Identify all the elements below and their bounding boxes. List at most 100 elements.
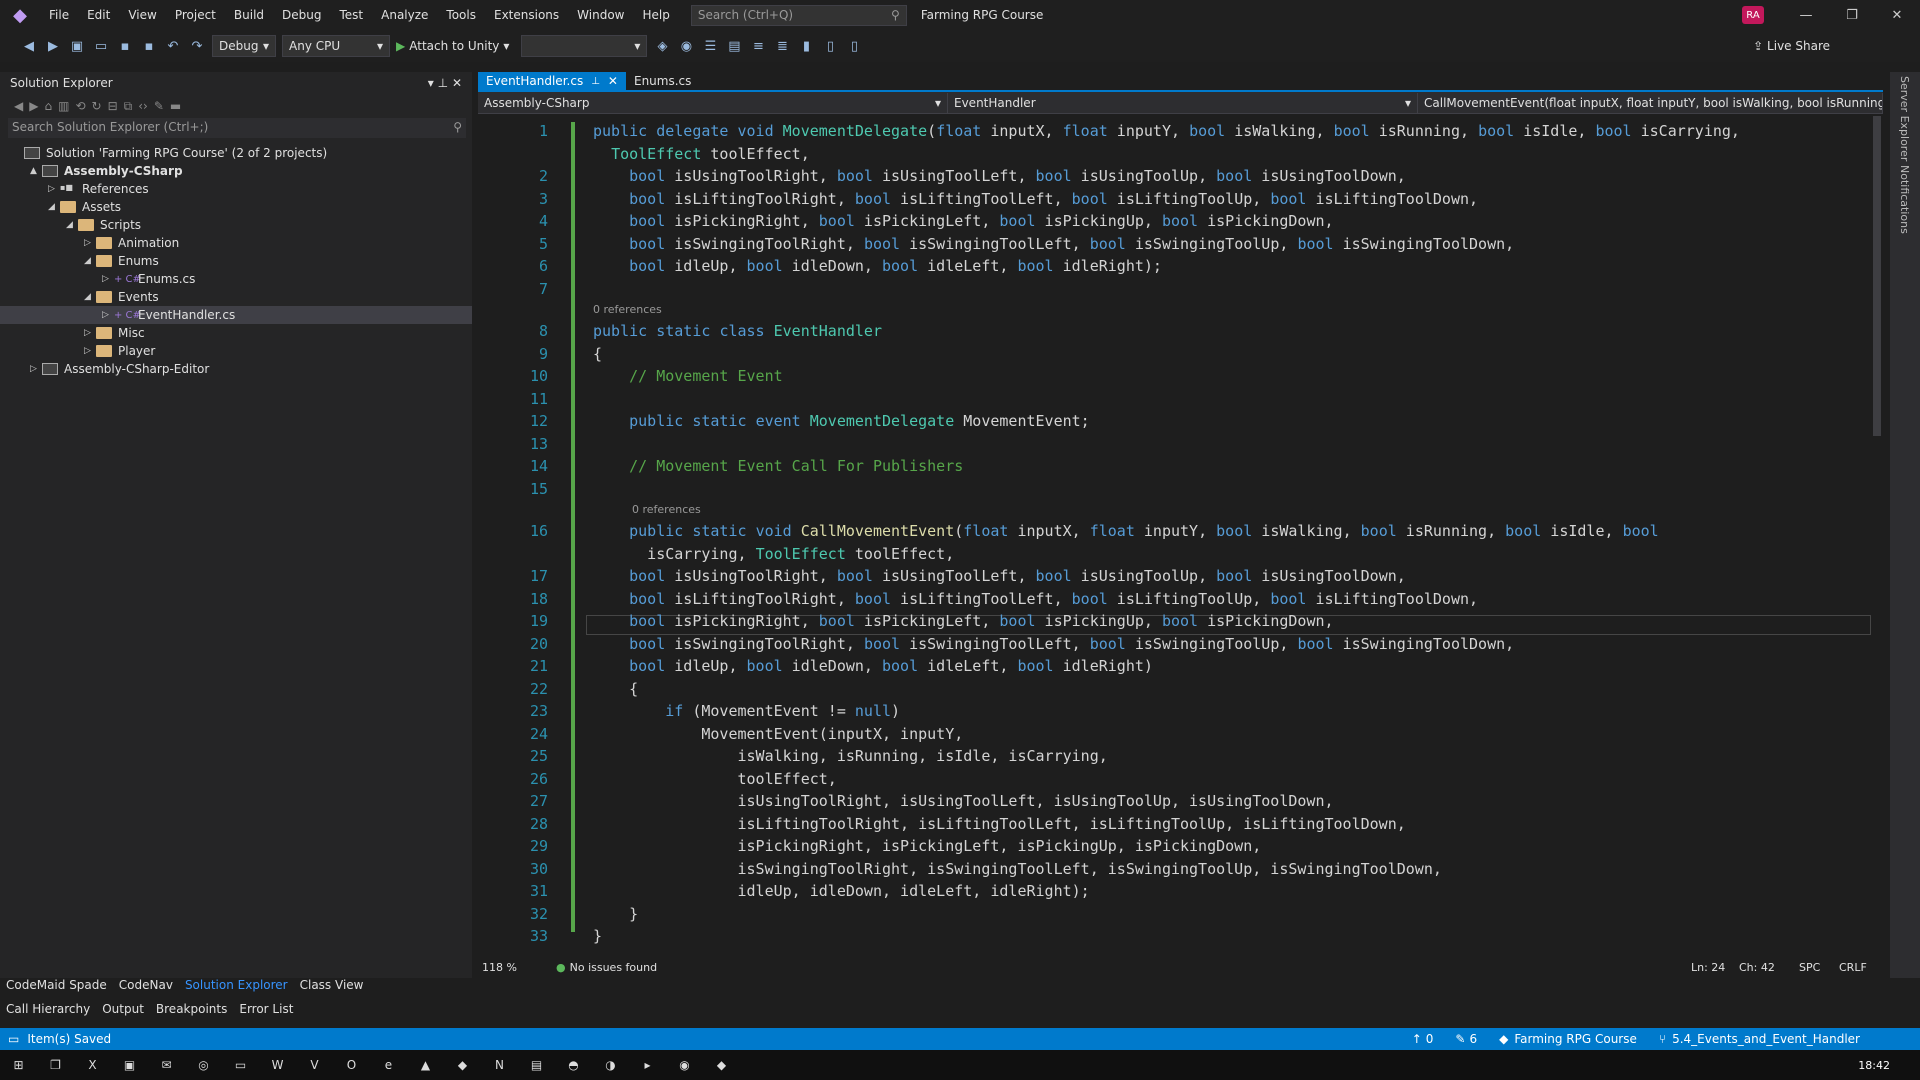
chevron-down-icon[interactable]: ▾ [428,76,434,90]
back-icon[interactable]: ◀ [14,99,23,113]
expand-arrow-icon[interactable]: ◢ [84,256,96,266]
menu-item-window[interactable]: Window [568,0,633,30]
tree-item[interactable]: ▲ Assembly-CSharp [0,162,472,180]
properties-icon[interactable]: ✎ [154,99,164,113]
screenshot-icon[interactable]: ◉ [677,39,695,54]
menu-item-help[interactable]: Help [633,0,678,30]
close-icon[interactable]: ✕ [608,74,618,88]
terminal-icon[interactable]: ▸ [629,1050,666,1080]
tree-item[interactable]: ▷ Player [0,342,472,360]
bookmark-icon[interactable]: ▮ [797,39,815,54]
app-icon[interactable]: ◆ [444,1050,481,1080]
next-bookmark-icon[interactable]: ▯ [845,39,863,54]
expand-arrow-icon[interactable]: ▷ [84,346,96,356]
project-nav-select[interactable]: Assembly-CSharp ▾ [478,92,948,113]
collapse-all-icon[interactable]: ⊟ [108,99,118,113]
unity-icon[interactable]: ◈ [653,39,671,54]
tree-item[interactable]: ◢ Assets [0,198,472,216]
code-area[interactable]: 1 public delegate void MovementDelegate(f… [478,116,1878,956]
close-icon[interactable]: ✕ [1874,0,1920,30]
outlook-icon[interactable]: O [333,1050,370,1080]
expand-arrow-icon[interactable]: ▷ [102,310,114,320]
platform-select[interactable]: Any CPU ▾ [282,35,390,57]
menu-item-analyze[interactable]: Analyze [372,0,437,30]
pin-icon[interactable]: ⊥ [438,76,448,90]
save-all-icon[interactable]: ▪ [140,39,158,54]
browser-icon[interactable]: ◉ [666,1050,703,1080]
tree-item[interactable]: ◢ Events [0,288,472,306]
rail-server-explorer[interactable]: Server Explorer [1898,76,1911,161]
tree-item[interactable]: ▷ Misc [0,324,472,342]
expand-arrow-icon[interactable]: ▲ [30,166,42,176]
start-icon[interactable]: ⊞ [0,1050,37,1080]
expand-arrow-icon[interactable]: ▷ [84,328,96,338]
unity-hub-icon[interactable]: ◓ [555,1050,592,1080]
restore-icon[interactable]: ❐ [1829,0,1875,30]
show-all-files-icon[interactable]: ⧉ [124,99,133,114]
home-icon[interactable]: ⌂ [44,99,52,113]
pending-edits-count[interactable]: 6 [1469,1032,1477,1046]
tree-item[interactable]: Solution 'Farming RPG Course' (2 of 2 pr… [0,144,472,162]
push-count[interactable]: 0 [1426,1032,1434,1046]
menu-item-test[interactable]: Test [330,0,372,30]
word-icon[interactable]: W [259,1050,296,1080]
configuration-select[interactable]: Debug ▾ [212,35,276,57]
sync-icon[interactable]: ↻ [92,99,102,113]
attach-to-unity-button[interactable]: ▶ Attach to Unity ▾ [396,39,509,53]
tree-item[interactable]: ◢ Scripts [0,216,472,234]
pending-changes-icon[interactable]: ⟲ [75,99,85,113]
tab-error-list[interactable]: Error List [233,1000,299,1020]
references-codelens[interactable]: 0 references [632,500,701,519]
onenote-icon[interactable]: N [481,1050,518,1080]
outline-icon[interactable]: ☰ [701,39,719,54]
tab-output[interactable]: Output [96,1000,150,1020]
menu-item-debug[interactable]: Debug [273,0,330,30]
close-icon[interactable]: ✕ [452,76,462,90]
edge-icon[interactable]: e [370,1050,407,1080]
photoshop-icon[interactable]: ▲ [407,1050,444,1080]
expand-arrow-icon[interactable]: ▷ [48,184,60,194]
branch-name[interactable]: 5.4_Events_and_Event_Handler [1672,1032,1860,1046]
zoom-level[interactable]: 118 % [482,961,542,974]
repository-name[interactable]: Farming RPG Course [1514,1032,1637,1046]
document-tab[interactable]: EventHandler.cs ⊥ ✕ [478,72,626,90]
pin-icon[interactable]: ⊥ [591,76,600,87]
forward-icon[interactable]: ▶ [29,99,38,113]
account-avatar[interactable]: RA [1742,6,1764,24]
menu-item-extensions[interactable]: Extensions [485,0,568,30]
store-icon[interactable]: ▣ [111,1050,148,1080]
task-view-icon[interactable]: ❐ [37,1050,74,1080]
excel-icon[interactable]: X [74,1050,111,1080]
unity-icon[interactable]: ◑ [592,1050,629,1080]
undo-icon[interactable]: ↶ [164,39,182,54]
switch-views-icon[interactable]: ▥ [58,99,69,113]
tree-item[interactable]: ▷ ▪■ References [0,180,472,198]
clock[interactable]: 18:42 [1858,1059,1890,1072]
expand-arrow-icon[interactable]: ◢ [48,202,60,212]
visio-icon[interactable]: V [296,1050,333,1080]
menu-item-file[interactable]: File [40,0,78,30]
expand-arrow-icon[interactable]: ▷ [30,364,42,374]
live-share-button[interactable]: ⇪ Live Share [1753,39,1830,53]
tree-item[interactable]: ▷ + C# Enums.cs [0,270,472,288]
tree-item[interactable]: ▷ Assembly-CSharp-Editor [0,360,472,378]
forward-arrow-icon[interactable]: ▶ [44,39,62,54]
comment-icon[interactable]: ≡ [749,39,767,54]
back-arrow-icon[interactable]: ◀ [20,39,38,54]
menu-item-view[interactable]: View [119,0,165,30]
open-folder-icon[interactable]: ▭ [92,39,110,54]
global-search-input[interactable]: Search (Ctrl+Q) ⚲ [690,4,907,26]
solution-search-input[interactable]: Search Solution Explorer (Ctrl+;) ⚲ [8,118,466,138]
menu-item-edit[interactable]: Edit [78,0,119,30]
document-tab[interactable]: Enums.cs [626,72,699,90]
scrollbar-thumb[interactable] [1873,116,1881,436]
chrome-icon[interactable]: ◎ [185,1050,222,1080]
explorer-icon[interactable]: ▭ [222,1050,259,1080]
rail-notifications[interactable]: Notifications [1898,165,1911,234]
save-icon[interactable]: ▪ [116,39,134,54]
debug-target-select[interactable]: ▾ [521,35,648,57]
references-codelens[interactable]: 0 references [593,300,662,319]
prev-bookmark-icon[interactable]: ▯ [821,39,839,54]
expand-arrow-icon[interactable]: ◢ [84,292,96,302]
tab-codenav[interactable]: CodeNav [113,976,179,996]
